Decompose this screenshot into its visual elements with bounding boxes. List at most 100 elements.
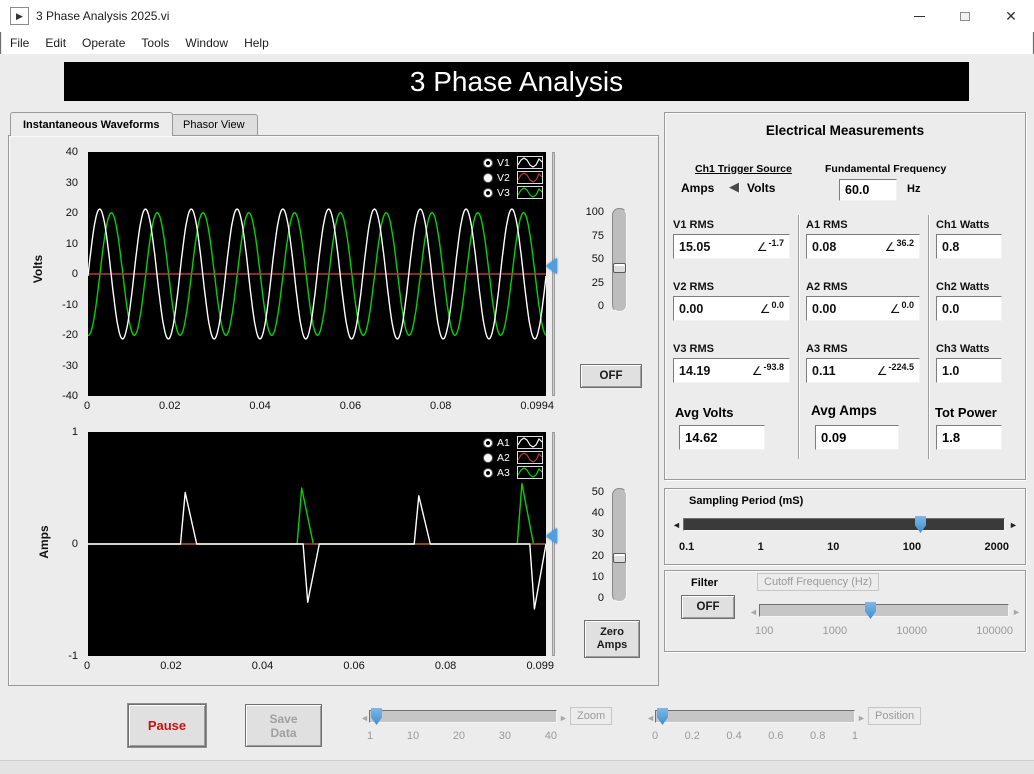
- scale-tick-label: 30: [498, 730, 512, 742]
- i-trigger-level-track[interactable]: [552, 432, 555, 656]
- fundamental-frequency-input[interactable]: 60.0: [839, 179, 897, 201]
- measurement-indicator: 0.08 ∠ 36.2: [806, 234, 920, 259]
- phase-angle: ∠ 0.0: [759, 299, 784, 316]
- plot-style-sample-icon[interactable]: [517, 466, 543, 479]
- trigger-source-option-volts[interactable]: Volts: [747, 181, 775, 195]
- fundamental-frequency-label: Fundamental Frequency: [825, 163, 947, 175]
- scale-tick-label: 0.4: [726, 730, 742, 742]
- trigger-source-label: Ch1 Trigger Source: [695, 163, 792, 175]
- slider-right-arrow-icon[interactable]: ►: [559, 713, 568, 723]
- scale-tick-label: 0.2: [684, 730, 700, 742]
- menu-item[interactable]: Help: [236, 34, 277, 52]
- trigger-source-option-amps[interactable]: Amps: [681, 181, 714, 195]
- menu-item[interactable]: File: [2, 34, 37, 52]
- zoom-slider[interactable]: [369, 710, 557, 723]
- plot-visible-radio-v3[interactable]: [483, 187, 493, 198]
- close-button[interactable]: ✕: [988, 0, 1034, 32]
- scale-tick-label: 100: [755, 625, 774, 637]
- button-label: OFF: [599, 370, 623, 382]
- page-title: 3 Phase Analysis: [409, 65, 624, 97]
- legend-item-a2[interactable]: A2: [483, 451, 543, 464]
- button-label: Pause: [147, 718, 187, 733]
- menu-item[interactable]: Tools: [133, 34, 177, 52]
- legend-item-a1[interactable]: A1: [483, 436, 543, 449]
- scale-tick-label: 40: [591, 507, 604, 520]
- measurement-value: 0.11: [812, 363, 836, 378]
- v-trigger-level-track[interactable]: [552, 152, 555, 396]
- voltage-range-handle[interactable]: [613, 263, 626, 273]
- menu-item[interactable]: Edit: [37, 34, 74, 52]
- v-trigger-level-handle[interactable]: [546, 258, 557, 274]
- scale-tick-label: 100000: [976, 625, 1013, 637]
- voltage-waveform-canvas: [87, 208, 547, 340]
- volts-x-axis: 0 0.02 0.04 0.06 0.08 0.0994: [84, 400, 554, 412]
- scale-tick-label: 50: [591, 486, 604, 498]
- legend-item-a3[interactable]: A3: [483, 466, 543, 479]
- plot-visible-radio-a3[interactable]: [483, 467, 493, 478]
- measurement-value: 1.0: [942, 363, 960, 378]
- plot-style-sample-icon[interactable]: [517, 451, 543, 464]
- plot-style-sample-icon[interactable]: [517, 171, 543, 184]
- voltage-range-slider[interactable]: [612, 208, 627, 312]
- legend-item-v1[interactable]: V1: [483, 156, 543, 169]
- slider-right-arrow-icon[interactable]: ►: [1012, 607, 1021, 617]
- legend-item-v2[interactable]: V2: [483, 171, 543, 184]
- measurement-label: V1 RMS: [673, 219, 714, 231]
- sampling-period-scale: 0.1 1 10 100 2000: [679, 541, 1009, 553]
- measurement-label: A1 RMS: [806, 219, 848, 231]
- plot-style-sample-icon[interactable]: [517, 186, 543, 199]
- legend-label: A1: [497, 436, 510, 449]
- tab-phasor-view[interactable]: Phasor View: [170, 114, 258, 135]
- scale-tick-label: 10: [827, 541, 840, 553]
- axis-tick-label: 0.08: [434, 660, 457, 672]
- save-data-button[interactable]: Save Data: [245, 704, 322, 747]
- measurement-cell: A3 RMS 0.11 ∠ -224.5: [806, 343, 920, 383]
- maximize-button[interactable]: [942, 0, 988, 32]
- measurement-indicator: 1.0: [936, 358, 1002, 383]
- labview-vi-icon: ▶: [10, 7, 29, 25]
- voltage-waveform-graph: V1 V2 V3: [87, 152, 547, 396]
- slider-left-arrow-icon[interactable]: ◄: [360, 713, 369, 723]
- plot-visible-radio-v1[interactable]: [483, 157, 493, 168]
- pause-button[interactable]: Pause: [128, 704, 206, 747]
- plot-visible-radio-a1[interactable]: [483, 437, 493, 448]
- tab-label: Phasor View: [183, 119, 245, 131]
- angle-icon: ∠: [759, 301, 771, 316]
- tab-instantaneous-waveforms[interactable]: Instantaneous Waveforms: [10, 112, 173, 136]
- scale-tick-label: 10: [406, 730, 420, 742]
- minimize-button[interactable]: [896, 0, 942, 32]
- current-range-slider[interactable]: [612, 488, 627, 602]
- measurement-label: V3 RMS: [673, 343, 714, 355]
- axis-tick-label: 0: [84, 660, 91, 672]
- i-trigger-level-handle[interactable]: [546, 528, 557, 544]
- current-waveform-graph: A1 A2 A3: [88, 432, 547, 656]
- sampling-period-slider[interactable]: [683, 518, 1005, 531]
- plot-style-sample-icon[interactable]: [517, 156, 543, 169]
- legend-item-v3[interactable]: V3: [483, 186, 543, 199]
- slider-left-arrow-icon[interactable]: ◄: [646, 713, 655, 723]
- labview-window: ▶ 3 Phase Analysis 2025.vi ✕ File Edit Ope…: [0, 0, 1034, 774]
- trigger-source-knob-icon[interactable]: ◀: [729, 179, 739, 195]
- slider-right-arrow-icon[interactable]: ►: [1009, 520, 1018, 530]
- zero-amps-button[interactable]: Zero Amps: [584, 620, 640, 658]
- subtract-zero-seq-button[interactable]: OFF: [580, 364, 642, 388]
- plot-visible-radio-v2[interactable]: [483, 172, 493, 183]
- measurement-label: Ch1 Watts: [936, 219, 990, 231]
- scale-tick-label: 1: [851, 730, 858, 742]
- amps-x-axis: 0 0.02 0.04 0.06 0.08 0.099: [84, 660, 554, 672]
- menu-item[interactable]: Operate: [74, 34, 133, 52]
- slider-right-arrow-icon[interactable]: ►: [857, 713, 866, 723]
- slider-left-arrow-icon[interactable]: ◄: [672, 520, 681, 530]
- slider-left-arrow-icon[interactable]: ◄: [749, 607, 758, 617]
- minimize-icon: [913, 15, 925, 17]
- scale-tick-label: 0.8: [810, 730, 826, 742]
- position-slider[interactable]: [655, 710, 855, 723]
- scale-tick-label: 25: [591, 276, 604, 289]
- current-range-handle[interactable]: [613, 553, 626, 563]
- plot-visible-radio-a2[interactable]: [483, 452, 493, 463]
- angle-value: 0.0: [771, 299, 784, 310]
- cutoff-frequency-slider[interactable]: [759, 604, 1009, 617]
- plot-style-sample-icon[interactable]: [517, 436, 543, 449]
- filter-off-button[interactable]: OFF: [681, 595, 735, 619]
- menu-item[interactable]: Window: [177, 34, 236, 52]
